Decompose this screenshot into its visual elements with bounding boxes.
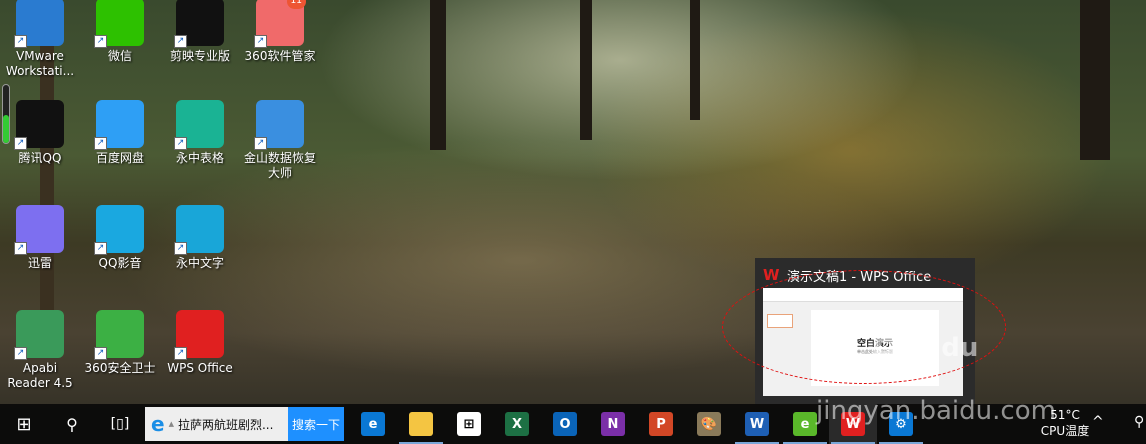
desktop-icon[interactable]: ↗ 微信	[80, 0, 160, 64]
shortcut-arrow-icon: ↗	[174, 137, 187, 150]
tree-trunk	[580, 0, 592, 140]
search-icon: ⚲	[66, 414, 78, 434]
watermark-text: jingyan.baidu.com	[816, 396, 1056, 426]
onenote-icon: N	[601, 412, 625, 436]
taskbar-app-powerpoint[interactable]: P	[637, 404, 685, 444]
shortcut-arrow-icon: ↗	[254, 35, 267, 48]
desktop-icon-label: 腾讯QQ	[18, 151, 62, 165]
store-icon: ⊞	[457, 412, 481, 436]
shortcut-arrow-icon: ↗	[14, 35, 27, 48]
shortcut-arrow-icon: ↗	[94, 35, 107, 48]
xunlei-icon: ↗	[14, 205, 64, 255]
wechat-icon: ↗	[94, 0, 144, 48]
taskbar-app-word[interactable]: W	[733, 404, 781, 444]
desktop-icon[interactable]: ↗ 永中文字	[160, 205, 240, 271]
taskbar-app-paint[interactable]: 🎨	[685, 404, 733, 444]
desktop-icon[interactable]: ↗ 360安全卫士	[80, 310, 160, 376]
shortcut-arrow-icon: ↗	[14, 347, 27, 360]
search-submit-button[interactable]: 搜索一下	[288, 407, 344, 441]
shortcut-arrow-icon: ↗	[174, 242, 187, 255]
kingsoft-recovery-icon: ↗	[254, 100, 304, 150]
desktop-icon[interactable]: ↗ 迅雷	[0, 205, 80, 271]
search-box[interactable]: e ▲ 拉萨两航班剧烈...	[145, 407, 288, 441]
search-button[interactable]: ⚲	[48, 404, 96, 444]
shortcut-arrow-icon: ↗	[14, 242, 27, 255]
desktop-icon[interactable]: ↗ WPS Office	[160, 310, 240, 376]
tree-trunk	[1080, 0, 1110, 160]
shortcut-arrow-icon: ↗	[174, 35, 187, 48]
desktop-icon[interactable]: ↗ 剪映专业版	[160, 0, 240, 64]
network-icon[interactable]: ⚲	[1134, 414, 1144, 430]
desktop-icon[interactable]: ↗ 百度网盘	[80, 100, 160, 166]
wps-office-icon: ↗	[174, 310, 224, 360]
gauge-widget	[2, 84, 10, 144]
taskbar-app-file-explorer[interactable]	[397, 404, 445, 444]
start-button[interactable]: ⊞	[0, 404, 48, 444]
desktop-icon[interactable]: ↗ 金山数据恢复大师	[240, 100, 320, 181]
shortcut-arrow-icon: ↗	[254, 137, 267, 150]
desktop-icon[interactable]: ↗ 腾讯QQ	[0, 100, 80, 166]
jianying-icon: ↗	[174, 0, 224, 48]
qq-icon: ↗	[14, 100, 64, 150]
desktop-icon-label: 百度网盘	[95, 151, 144, 165]
task-view-button[interactable]: [▯]	[96, 404, 144, 444]
desktop-icon[interactable]: ↗ VMware Workstati...	[0, 0, 80, 79]
edge-icon: e	[361, 412, 385, 436]
powerpoint-icon: P	[649, 412, 673, 436]
word-icon: W	[745, 412, 769, 436]
taskbar-app-outlook[interactable]: O	[541, 404, 589, 444]
outlook-icon: O	[553, 412, 577, 436]
desktop-icon[interactable]: 11 ↗ 360软件管家	[240, 0, 320, 64]
show-hidden-icons-chevron-icon[interactable]: ^	[1092, 414, 1104, 430]
qq-player-icon: ↗	[94, 205, 144, 255]
desktop-icon-label: WPS Office	[167, 361, 233, 375]
folder-icon	[409, 412, 433, 436]
360-browser-icon: e	[793, 412, 817, 436]
tree-trunk	[430, 0, 446, 150]
notification-badge: 11	[286, 0, 306, 9]
shortcut-arrow-icon: ↗	[174, 347, 187, 360]
ie-icon: e	[151, 412, 165, 436]
desktop-icon-label: QQ影音	[98, 256, 142, 270]
search-news-text: 拉萨两航班剧烈...	[177, 417, 274, 432]
taskbar-app-onenote[interactable]: N	[589, 404, 637, 444]
windows-icon: ⊞	[16, 413, 32, 435]
excel-icon: X	[505, 412, 529, 436]
desktop-icon-label: 迅雷	[27, 256, 52, 270]
tree-trunk	[690, 0, 700, 120]
yozo-sheet-icon: ↗	[174, 100, 224, 150]
desktop-icon-label: VMware Workstati...	[5, 49, 75, 78]
vmware-icon: ↗	[14, 0, 64, 48]
shortcut-arrow-icon: ↗	[14, 137, 27, 150]
desktop-icon-label: 永中表格	[175, 151, 224, 165]
360-software-manager-icon: 11 ↗	[254, 0, 306, 48]
shortcut-arrow-icon: ↗	[94, 242, 107, 255]
desktop-icon[interactable]: ↗ 永中表格	[160, 100, 240, 166]
taskbar-app-edge[interactable]: e	[349, 404, 397, 444]
shortcut-arrow-icon: ↗	[94, 137, 107, 150]
yozo-writer-icon: ↗	[174, 205, 224, 255]
desktop-icon-label: Apabi Reader 4.5	[7, 361, 73, 390]
desktop-icon[interactable]: ↗ Apabi Reader 4.5	[0, 310, 80, 391]
desktop-icon-label: 微信	[107, 49, 132, 63]
desktop-icon-label: 剪映专业版	[169, 49, 230, 63]
desktop-icon-label: 360安全卫士	[84, 361, 156, 375]
paint-palette-icon: 🎨	[697, 412, 721, 436]
caret-up-icon: ▲	[168, 420, 174, 428]
task-view-icon: [▯]	[110, 416, 130, 432]
baidu-netdisk-icon: ↗	[94, 100, 144, 150]
shortcut-arrow-icon: ↗	[94, 347, 107, 360]
desktop-icon[interactable]: ↗ QQ影音	[80, 205, 160, 271]
watermark-logo: Baidu	[870, 320, 979, 366]
apabi-reader-icon: ↗	[14, 310, 64, 360]
taskbar-app-excel[interactable]: X	[493, 404, 541, 444]
desktop-icon-label: 永中文字	[175, 256, 224, 270]
desktop-icon-label: 360软件管家	[244, 49, 316, 63]
360-safe-icon: ↗	[94, 310, 144, 360]
taskbar-app-store[interactable]: ⊞	[445, 404, 493, 444]
desktop-icon-label: 金山数据恢复大师	[243, 151, 316, 180]
